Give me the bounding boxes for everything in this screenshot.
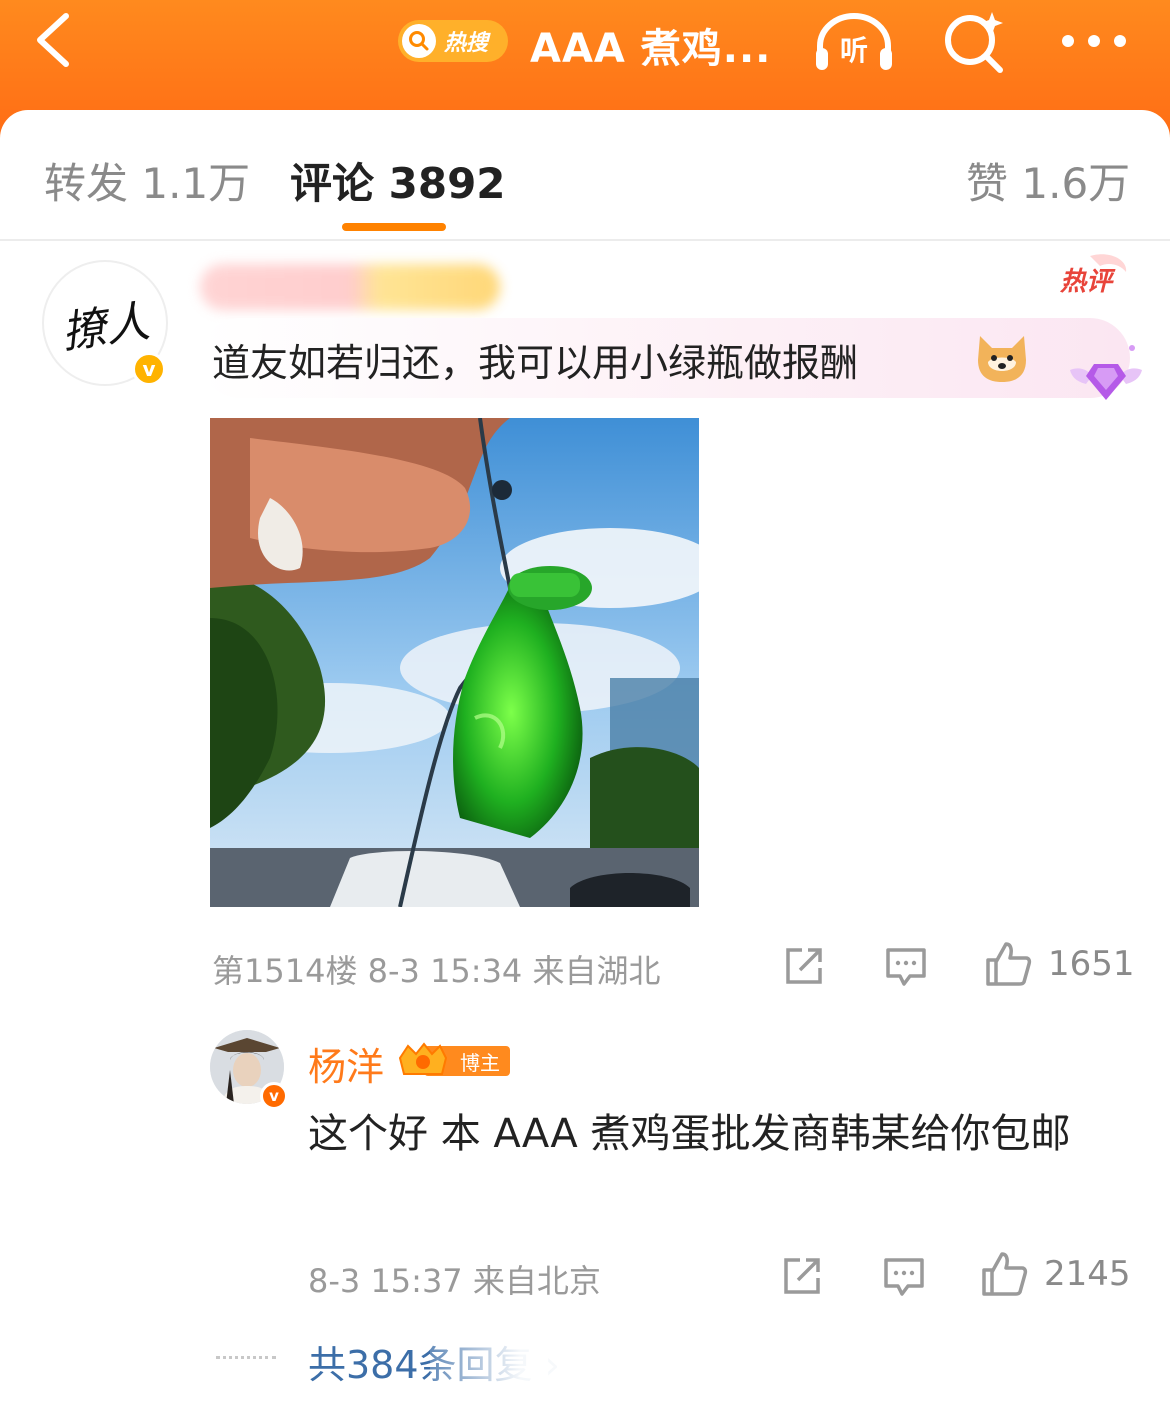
- reply-like-count: 2145: [1044, 1254, 1131, 1294]
- page-title: AAA 煮鸡...: [530, 26, 772, 72]
- listen-label: 听: [840, 34, 868, 67]
- hot-comment-label: 热评: [1059, 267, 1116, 297]
- comment-photo[interactable]: [210, 418, 699, 907]
- verified-badge-icon: v: [132, 352, 166, 386]
- tab-comment[interactable]: 评论 3892: [290, 150, 506, 211]
- tab-repost[interactable]: 转发 1.1万: [44, 150, 250, 211]
- active-tab-indicator: [342, 223, 446, 231]
- blogger-badge: 博主: [398, 1042, 510, 1076]
- like-icon[interactable]: [980, 1250, 1028, 1298]
- back-arrow-icon[interactable]: [30, 10, 80, 70]
- reply-time: 8-3 15:37: [308, 1262, 463, 1300]
- repost-icon[interactable]: [782, 944, 826, 988]
- blogger-badge-label: 博主: [460, 1051, 500, 1075]
- like-icon[interactable]: [984, 940, 1032, 988]
- reply-comment-icon[interactable]: [882, 1254, 926, 1298]
- tab-repost-label: 转发: [44, 159, 129, 208]
- blurred-username[interactable]: [200, 264, 500, 310]
- more-icon[interactable]: [1058, 26, 1130, 56]
- comment-meta: 第1514楼 8-3 15:34 来自湖北: [212, 946, 660, 992]
- tab-like-label: 赞: [966, 159, 1009, 208]
- tab-comment-count: 3892: [388, 159, 506, 208]
- hot-search-badge[interactable]: 热搜: [398, 20, 508, 62]
- reply-meta: 8-3 15:37 来自北京: [308, 1256, 601, 1302]
- tab-like[interactable]: 赞 1.6万: [966, 150, 1130, 211]
- search-icon: [402, 24, 436, 58]
- reply-text: 这个好 本 AAA 煮鸡蛋批发商韩某给你包邮: [308, 1111, 1071, 1157]
- doge-emoji-icon: [978, 336, 1026, 382]
- comment-text: 道友如若归还，我可以用小绿瓶做报酬: [212, 341, 859, 385]
- divider-dots: [216, 1356, 276, 1359]
- comment-location: 来自湖北: [532, 952, 661, 990]
- tab-comment-label: 评论: [290, 159, 375, 208]
- reply-comment-icon[interactable]: [884, 944, 928, 988]
- fan-diamond-badge-icon: [1070, 345, 1142, 400]
- repost-icon[interactable]: [780, 1254, 824, 1298]
- headphones-icon[interactable]: 听: [812, 10, 896, 74]
- tab-like-count: 1.6万: [1021, 159, 1131, 208]
- comment-time: 8-3 15:34: [367, 952, 523, 990]
- verified-badge-icon: v: [260, 1082, 288, 1110]
- avatar-signature: 撩人: [58, 296, 153, 359]
- reply-location: 来自北京: [472, 1262, 601, 1300]
- hot-search-label: 热搜: [444, 31, 489, 56]
- bottom-fade-overlay: [430, 1342, 730, 1382]
- like-count: 1651: [1048, 944, 1135, 984]
- reply-username[interactable]: 杨洋: [308, 1036, 384, 1091]
- tab-repost-count: 1.1万: [141, 159, 251, 208]
- content-card: 转发 1.1万 评论 3892 赞 1.6万 撩人 v 热评 道友如若归还，我可…: [0, 110, 1170, 1403]
- comment-floor: 第1514楼: [212, 952, 358, 990]
- hot-comment-tag: 热评: [1059, 254, 1127, 297]
- tab-bar: 转发 1.1万 评论 3892 赞 1.6万: [0, 110, 1170, 241]
- search-sparkle-icon[interactable]: [940, 6, 1010, 76]
